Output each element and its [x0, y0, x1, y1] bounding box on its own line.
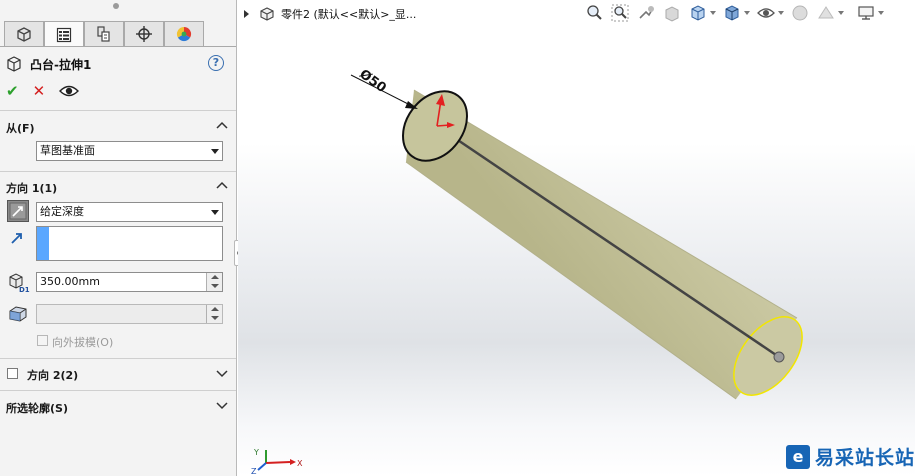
- selection-focus-bar: [37, 227, 49, 260]
- panel-grip-icon[interactable]: [113, 3, 119, 9]
- draft-angle-spinner[interactable]: [206, 305, 222, 323]
- triad-y-label: Y: [253, 448, 259, 457]
- section-divider: [0, 358, 236, 359]
- display-manager-icon: [176, 26, 192, 42]
- preview-eye-icon[interactable]: [59, 84, 80, 98]
- chevron-down-icon[interactable]: [216, 399, 228, 411]
- direction2-section-header[interactable]: 方向 2(2): [27, 367, 78, 383]
- direction-vector-icon: [11, 233, 22, 244]
- svg-text:D1: D1: [19, 286, 30, 294]
- action-buttons: ✔ ✕: [6, 82, 80, 100]
- chevron-up-icon[interactable]: [216, 180, 228, 192]
- reference-triad: Y X Z: [251, 448, 303, 476]
- section-divider: [0, 390, 236, 391]
- draft-outward-label: 向外拔模(O): [52, 336, 114, 349]
- cancel-x-icon[interactable]: ✕: [33, 82, 46, 100]
- dropdown-arrow-icon: [211, 210, 219, 215]
- feature-title: 凸台-拉伸1: [30, 57, 92, 72]
- direction1-section-header[interactable]: 方向 1(1): [6, 180, 57, 196]
- reverse-direction-icon: [9, 202, 27, 220]
- watermark-text: 易采站长站: [815, 447, 915, 469]
- ok-check-icon[interactable]: ✔: [6, 82, 19, 100]
- spin-up-icon: [211, 307, 219, 311]
- selected-contours-section-header[interactable]: 所选轮廓(S): [6, 400, 68, 416]
- direction-selection-box[interactable]: [36, 226, 223, 261]
- depth-input[interactable]: 350.00mm: [36, 272, 223, 292]
- tab-display-manager[interactable]: [164, 21, 204, 46]
- chevron-up-icon[interactable]: [216, 120, 228, 132]
- chevron-down-icon[interactable]: [216, 367, 228, 379]
- extrude-path-line: [436, 124, 780, 359]
- depth-value: 350.00mm: [40, 275, 100, 288]
- model-graphics[interactable]: Ø50 Y X Z: [238, 0, 915, 476]
- site-watermark: e 易采站长站: [786, 443, 915, 470]
- spin-down-icon: [211, 316, 219, 320]
- from-section-header[interactable]: 从(F): [6, 120, 35, 136]
- reverse-direction-button[interactable]: [7, 200, 29, 222]
- depth-spinner[interactable]: [206, 273, 222, 291]
- end-condition-value: 给定深度: [40, 205, 84, 218]
- feature-title-row: 凸台-拉伸1: [6, 55, 91, 73]
- extrude-feature-icon: [7, 56, 21, 72]
- end-point-marker: [773, 351, 785, 363]
- spin-down-icon: [211, 284, 219, 288]
- help-button[interactable]: ?: [208, 55, 224, 71]
- dimxpert-icon: [136, 26, 152, 42]
- property-manager-panel: 凸台-拉伸1 ? ✔ ✕ 从(F) 草图基准面 方向 1(1) 给定深度 D1 …: [0, 0, 237, 476]
- cylinder-body[interactable]: [406, 90, 797, 399]
- section-divider: [0, 171, 236, 172]
- graphics-viewport[interactable]: 零件2 (默认<<默认>_显... Ø50 Y X Z: [238, 0, 915, 476]
- section-divider: [0, 110, 236, 111]
- dropdown-arrow-icon: [211, 149, 219, 154]
- triad-x-label: X: [297, 459, 303, 468]
- configuration-manager-icon: [97, 26, 110, 42]
- feature-manager-icon: [17, 27, 31, 42]
- end-condition-select[interactable]: 给定深度: [36, 202, 223, 222]
- triad-z-label: Z: [251, 467, 257, 476]
- tab-divider: [0, 46, 236, 47]
- spin-up-icon: [211, 275, 219, 279]
- from-select-value: 草图基准面: [40, 144, 95, 157]
- depth-dimension-icon: D1: [9, 273, 30, 294]
- from-select[interactable]: 草图基准面: [36, 141, 223, 161]
- watermark-logo: e: [786, 444, 810, 469]
- tab-configuration-manager[interactable]: [84, 21, 124, 46]
- manager-tabs: [4, 21, 204, 47]
- tab-dimxpert[interactable]: [124, 21, 164, 46]
- draft-icon[interactable]: [7, 303, 29, 323]
- property-manager-icon: [56, 27, 72, 42]
- direction2-checkbox[interactable]: [7, 368, 18, 379]
- draft-angle-input[interactable]: [36, 304, 223, 324]
- draft-outward-checkbox[interactable]: [37, 335, 48, 346]
- tab-feature-manager[interactable]: [4, 21, 44, 46]
- tab-property-manager[interactable]: [44, 21, 84, 47]
